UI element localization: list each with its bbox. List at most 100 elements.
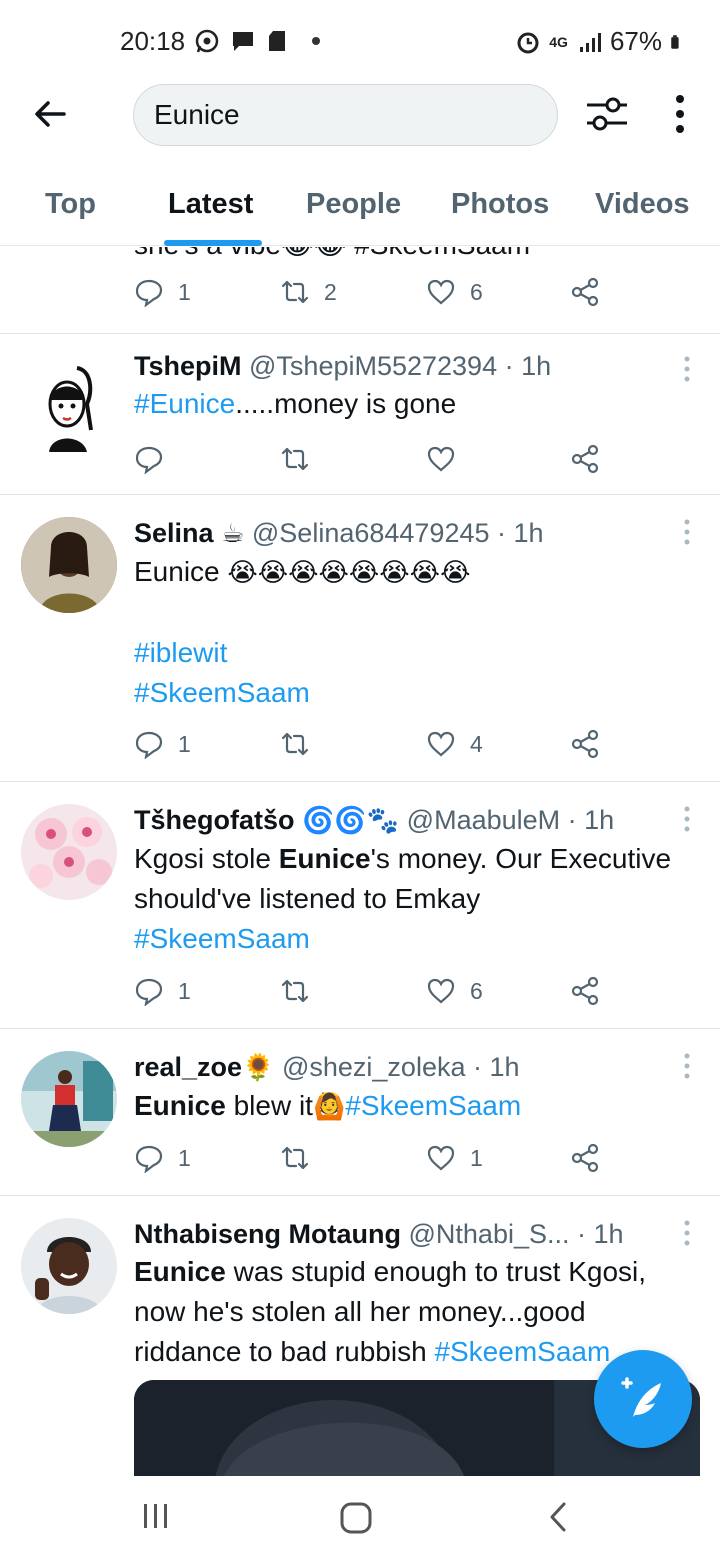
tweet[interactable]: Tšhegofatšo 🌀🌀🐾 @MaabuleM · 1h Kgosi sto… [0, 782, 720, 1029]
retweet-icon [281, 1146, 309, 1170]
avatar[interactable] [21, 517, 117, 613]
retweet-icon [281, 979, 309, 1003]
like-button[interactable]: 1 [426, 1143, 483, 1173]
retweet-button[interactable] [280, 729, 310, 759]
reply-button[interactable]: 1 [134, 1143, 191, 1173]
tweet-text: Eunice blew it🙆#SkeemSaam [134, 1090, 522, 1122]
compose-tweet-button[interactable] [594, 1350, 692, 1448]
back-arrow-icon[interactable] [30, 94, 70, 134]
alarm-icon [517, 32, 539, 53]
tweet-text: Kgosi stole Eunice's money. Our Executiv… [134, 843, 672, 954]
display-name[interactable]: TshepiM [134, 351, 242, 381]
heart-icon [427, 446, 455, 472]
battery-icon [671, 34, 679, 49]
tab-videos[interactable]: Videos [595, 188, 690, 221]
recent-apps-icon[interactable] [140, 1500, 172, 1532]
tweet[interactable]: real_zoe🌻 @shezi_zoleka · 1h Eunice blew… [0, 1029, 720, 1196]
compose-feather-icon [621, 1377, 661, 1417]
retweet-button[interactable] [280, 976, 310, 1006]
notification-dot [312, 37, 320, 45]
tweet[interactable]: TshepiM @TshepiM55272394 · 1h #Eunice...… [0, 334, 720, 495]
system-nav-bar [0, 1476, 720, 1560]
search-input[interactable]: Eunice [133, 84, 558, 146]
user-handle[interactable]: @Nthabi_S... [409, 1219, 570, 1249]
tweet-time: · 1h [567, 805, 615, 835]
share-button[interactable] [570, 729, 600, 759]
reply-button[interactable]: 1 [134, 729, 191, 759]
tweet-text: she's a vibe😂😂 #SkeemSaam [134, 247, 680, 265]
sd-card-icon [269, 31, 285, 51]
tab-latest[interactable]: Latest [168, 188, 253, 221]
user-handle[interactable]: @MaabuleM [407, 805, 560, 835]
tweet-more-icon[interactable] [682, 356, 692, 382]
reply-icon [135, 1145, 163, 1173]
avatar[interactable] [21, 1218, 117, 1314]
reply-icon [135, 446, 163, 474]
like-button[interactable] [426, 444, 456, 474]
display-name[interactable]: Selina [134, 518, 214, 548]
tweet-text: #Eunice.....money is gone [134, 388, 457, 419]
hashtag-link[interactable]: #SkeemSaam [134, 923, 310, 954]
avatar[interactable] [21, 1051, 117, 1147]
share-button[interactable] [570, 976, 600, 1006]
hashtag-link[interactable]: #SkeemSaam [134, 673, 680, 713]
share-icon [571, 444, 599, 474]
display-name[interactable]: Nthabiseng Motaung [134, 1219, 401, 1249]
hashtag-link[interactable]: #Eunice [134, 388, 235, 419]
signal-icon [579, 32, 601, 52]
share-button[interactable] [570, 444, 600, 474]
battery-percent: 67% [609, 26, 662, 56]
share-icon [571, 976, 599, 1006]
network-type: 4G [549, 33, 568, 50]
display-name[interactable]: real_zoe [134, 1052, 242, 1082]
share-icon [571, 1143, 599, 1173]
retweet-icon [281, 447, 309, 471]
name-emoji: 🌻 [242, 1053, 275, 1083]
tweet-partial[interactable]: she's a vibe😂😂 #SkeemSaam 1 2 6 [0, 247, 720, 334]
avatar-photo [21, 804, 117, 900]
tab-top[interactable]: Top [45, 188, 96, 221]
hashtag-link[interactable]: #SkeemSaam [434, 1336, 610, 1367]
tweet-more-icon[interactable] [682, 1053, 692, 1079]
tweet-more-icon[interactable] [682, 519, 692, 545]
search-query: Eunice [154, 99, 240, 130]
retweet-icon [281, 280, 309, 304]
avatar-illustration [48, 366, 93, 452]
heart-icon [427, 279, 455, 305]
retweet-button[interactable] [280, 444, 310, 474]
tweet-more-icon[interactable] [682, 1220, 692, 1246]
filter-icon[interactable] [585, 94, 629, 134]
tweet-time: · 1h [473, 1052, 520, 1082]
user-handle[interactable]: @Selina684479245 [252, 518, 490, 548]
tweet-time: · 1h [504, 351, 552, 381]
avatar[interactable] [21, 804, 117, 900]
tab-people[interactable]: People [306, 188, 401, 221]
user-handle[interactable]: @TshepiM55272394 [249, 351, 497, 381]
retweet-button[interactable]: 2 [280, 277, 337, 307]
tweet-more-icon[interactable] [682, 806, 692, 832]
reply-button[interactable]: 1 [134, 277, 191, 307]
tweet[interactable]: Selina ☕ @Selina684479245 · 1h Eunice 😭😭… [0, 495, 720, 782]
share-button[interactable] [570, 277, 600, 307]
avatar[interactable] [21, 360, 117, 456]
avatar-photo [21, 517, 117, 613]
reply-button[interactable]: 1 [134, 976, 191, 1006]
share-icon [571, 729, 599, 759]
tweet-text: Eunice 😭😭😭😭😭😭😭😭 #iblewit #SkeemSaam [134, 552, 680, 713]
reply-button[interactable] [134, 444, 164, 474]
back-nav-icon[interactable] [544, 1500, 574, 1534]
share-button[interactable] [570, 1143, 600, 1173]
retweet-button[interactable] [280, 1143, 310, 1173]
tweet-feed[interactable]: she's a vibe😂😂 #SkeemSaam 1 2 6 [0, 247, 720, 1475]
like-button[interactable]: 6 [426, 976, 483, 1006]
like-button[interactable]: 6 [426, 277, 483, 307]
user-handle[interactable]: @shezi_zoleka [282, 1052, 466, 1082]
status-time: 20:18 [120, 26, 186, 56]
hashtag-link[interactable]: #iblewit [134, 633, 680, 673]
like-button[interactable]: 4 [426, 729, 483, 759]
display-name[interactable]: Tšhegofatšo [134, 805, 295, 835]
tab-photos[interactable]: Photos [451, 188, 549, 221]
more-options-icon[interactable] [668, 94, 692, 134]
hashtag-link[interactable]: #SkeemSaam [345, 1090, 521, 1121]
home-icon[interactable] [338, 1500, 374, 1536]
